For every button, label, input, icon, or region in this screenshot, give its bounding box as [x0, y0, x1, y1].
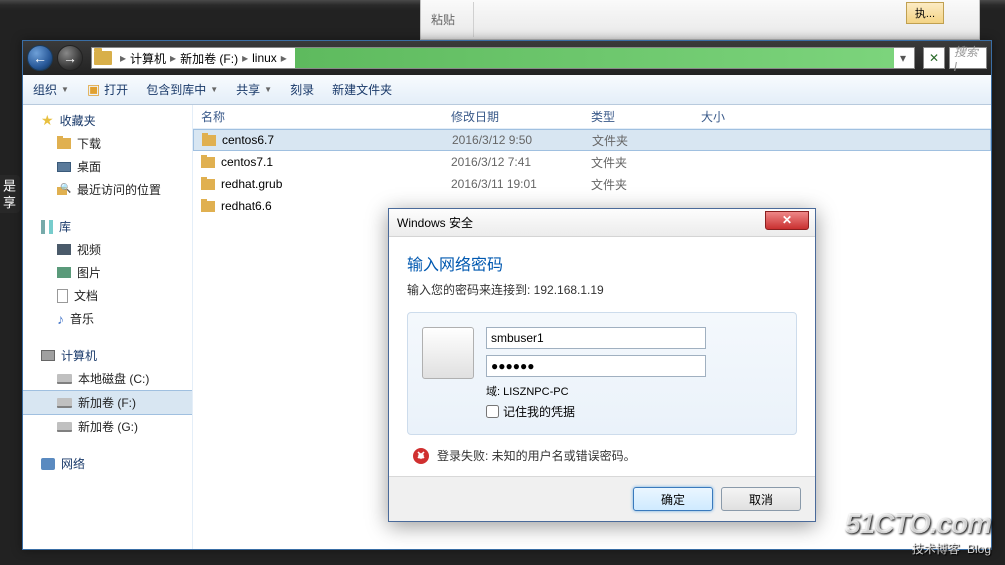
open-button[interactable]: ▣ 打开 [87, 81, 128, 98]
ribbon-partial: 粘贴 执... [420, 0, 980, 40]
library-icon [41, 220, 53, 234]
sidebar-item-drive-f[interactable]: 新加卷 (F:) [23, 390, 192, 415]
navigation-pane: ★收藏夹 下载 桌面 最近访问的位置 库 视频 图片 文档 ♪音乐 计算机 本地… [23, 105, 193, 549]
sidebar-item-documents[interactable]: 文档 [23, 284, 192, 307]
document-icon [57, 289, 68, 303]
sidebar-item-recent[interactable]: 最近访问的位置 [23, 178, 192, 201]
ok-button[interactable]: 确定 [633, 487, 713, 511]
left-side-tab: 是 享 [0, 175, 20, 213]
sidebar-item-pictures[interactable]: 图片 [23, 261, 192, 284]
close-button[interactable]: ✕ [765, 211, 809, 230]
watermark: 51CTO.com 技术博客 Blog [845, 508, 991, 557]
command-bar: 组织 ▼ ▣ 打开 包含到库中 ▼ 共享 ▼ 刻录 新建文件夹 [23, 75, 991, 105]
breadcrumb-computer[interactable]: 计算机 [130, 50, 166, 67]
column-headers: 名称 修改日期 类型 大小 [193, 105, 991, 129]
username-input[interactable] [486, 327, 706, 349]
include-button[interactable]: 包含到库中 ▼ [146, 81, 218, 98]
organize-button[interactable]: 组织 ▼ [33, 81, 69, 98]
file-date: 2016/3/12 7:41 [443, 155, 583, 169]
execute-button[interactable]: 执... [906, 2, 944, 24]
column-date[interactable]: 修改日期 [443, 108, 583, 125]
sidebar-item-downloads[interactable]: 下载 [23, 132, 192, 155]
chevron-right-icon[interactable]: ▸ [242, 51, 248, 65]
music-icon: ♪ [57, 311, 64, 327]
network-header[interactable]: 网络 [23, 452, 192, 475]
paste-label[interactable]: 粘贴 [431, 11, 455, 28]
dialog-subtext: 输入您的密码来连接到: 192.168.1.19 [407, 281, 797, 298]
file-date: 2016/3/12 9:50 [444, 133, 584, 147]
picture-icon [57, 267, 71, 278]
file-name: centos7.1 [221, 155, 273, 169]
star-icon: ★ [41, 112, 54, 129]
file-row[interactable]: centos7.1 2016/3/12 7:41 文件夹 [193, 151, 991, 173]
chevron-right-icon[interactable]: ▸ [170, 51, 176, 65]
burn-button[interactable]: 刻录 [290, 81, 314, 98]
credential-box: 域: LISZNPC-PC 记住我的凭据 [407, 312, 797, 435]
folder-icon [201, 179, 215, 190]
breadcrumb-drive[interactable]: 新加卷 (F:) [180, 50, 238, 67]
navigation-bar: ← → ▸ 计算机 ▸ 新加卷 (F:) ▸ linux ▸ ▾ ✕ 搜索 l [23, 41, 991, 75]
domain-label: 域: LISZNPC-PC [486, 383, 782, 399]
sidebar-item-drive-c[interactable]: 本地磁盘 (C:) [23, 367, 192, 390]
remember-checkbox-label[interactable]: 记住我的凭据 [486, 403, 782, 420]
column-name[interactable]: 名称 [193, 108, 443, 125]
dialog-heading: 输入网络密码 [407, 251, 797, 275]
column-type[interactable]: 类型 [583, 108, 693, 125]
file-row[interactable]: centos6.7 2016/3/12 9:50 文件夹 [193, 129, 991, 151]
file-type: 文件夹 [583, 154, 693, 171]
sidebar-item-music[interactable]: ♪音乐 [23, 307, 192, 330]
refresh-stop-button[interactable]: ✕ [923, 47, 945, 69]
drive-icon [57, 422, 72, 432]
folder-icon [201, 157, 215, 168]
breadcrumb-folder[interactable]: linux [252, 51, 277, 65]
video-icon [57, 244, 71, 255]
dialog-title-text: Windows 安全 [397, 214, 473, 231]
sidebar-item-drive-g[interactable]: 新加卷 (G:) [23, 415, 192, 438]
sidebar-item-videos[interactable]: 视频 [23, 238, 192, 261]
dialog-titlebar[interactable]: Windows 安全 [389, 209, 815, 237]
file-name: centos6.7 [222, 133, 274, 147]
library-header[interactable]: 库 [23, 215, 192, 238]
sidebar-item-desktop[interactable]: 桌面 [23, 155, 192, 178]
address-progress [295, 48, 894, 68]
recent-icon [57, 184, 71, 196]
cancel-button[interactable]: 取消 [721, 487, 801, 511]
file-type: 文件夹 [583, 176, 693, 193]
computer-header[interactable]: 计算机 [23, 344, 192, 367]
network-icon [41, 458, 55, 470]
back-button[interactable]: ← [27, 45, 53, 71]
favorites-header[interactable]: ★收藏夹 [23, 109, 192, 132]
computer-icon [41, 350, 55, 361]
address-bar[interactable]: ▸ 计算机 ▸ 新加卷 (F:) ▸ linux ▸ ▾ [91, 47, 915, 69]
credential-dialog: Windows 安全 ✕ 输入网络密码 输入您的密码来连接到: 192.168.… [388, 208, 816, 522]
chevron-right-icon[interactable]: ▸ [281, 51, 287, 65]
folder-icon [201, 201, 215, 212]
error-message: ✕ 登录失败: 未知的用户名或错误密码。 [407, 447, 797, 464]
forward-button[interactable]: → [57, 45, 83, 71]
file-type: 文件夹 [584, 132, 694, 149]
password-input[interactable] [486, 355, 706, 377]
folder-icon [202, 135, 216, 146]
watermark-brand: 51CTO.com [845, 508, 991, 540]
remember-checkbox[interactable] [486, 405, 499, 418]
drive-icon [57, 398, 72, 408]
folder-icon [57, 138, 71, 149]
file-name: redhat.grub [221, 177, 282, 191]
file-date: 2016/3/11 19:01 [443, 177, 583, 191]
new-folder-button[interactable]: 新建文件夹 [332, 81, 392, 98]
folder-icon [94, 51, 112, 65]
chevron-right-icon[interactable]: ▸ [120, 51, 126, 65]
share-button[interactable]: 共享 ▼ [236, 81, 272, 98]
drive-icon [57, 374, 72, 384]
file-name: redhat6.6 [221, 199, 272, 213]
file-row[interactable]: redhat.grub 2016/3/11 19:01 文件夹 [193, 173, 991, 195]
error-icon: ✕ [413, 448, 429, 464]
desktop-icon [57, 162, 71, 172]
user-avatar-icon [422, 327, 474, 379]
chevron-down-icon[interactable]: ▾ [894, 51, 912, 65]
column-size[interactable]: 大小 [693, 108, 773, 125]
search-input[interactable]: 搜索 l [949, 47, 987, 69]
